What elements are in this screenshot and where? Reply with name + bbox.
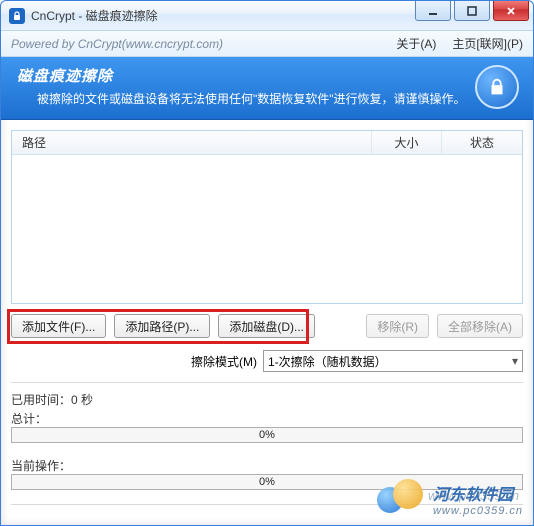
column-state[interactable]: 状态 xyxy=(442,131,522,154)
window-title: CnCrypt - 磁盘痕迹擦除 xyxy=(31,7,158,24)
column-path[interactable]: 路径 xyxy=(12,131,372,154)
erase-mode-select[interactable]: 1-次擦除（随机数据） ▾ xyxy=(263,350,523,372)
add-disk-button[interactable]: 添加磁盘(D)... xyxy=(218,314,315,338)
current-progress-text: 0% xyxy=(259,476,275,488)
button-row: 添加文件(F)... 添加路径(P)... 添加磁盘(D)... 移除(R) 全… xyxy=(11,314,523,338)
close-button[interactable] xyxy=(493,1,529,21)
app-icon xyxy=(9,8,25,24)
erase-mode-value: 1-次擦除（随机数据） xyxy=(268,353,387,370)
menu-home[interactable]: 主页[联网](P) xyxy=(452,35,523,52)
elapsed-value: 0 秒 xyxy=(71,393,93,407)
watermark-url: www.pc0359.cn xyxy=(433,505,523,517)
total-label: 总计： xyxy=(11,410,81,427)
file-list[interactable]: 路径 大小 状态 xyxy=(11,130,523,304)
erase-mode-label: 擦除模式(M) xyxy=(191,353,257,370)
menu-about[interactable]: 关于(A) xyxy=(396,35,436,52)
watermark-overlay: www.pc0359.cn xyxy=(428,488,519,503)
header-banner: 磁盘痕迹擦除 被擦除的文件或磁盘设备将无法使用任何"数据恢复软件"进行恢复，请谨… xyxy=(1,57,533,120)
column-size[interactable]: 大小 xyxy=(372,131,442,154)
header-title: 磁盘痕迹擦除 xyxy=(17,65,517,86)
title-bar[interactable]: CnCrypt - 磁盘痕迹擦除 xyxy=(1,1,533,31)
list-body[interactable] xyxy=(12,155,522,303)
erase-mode-row: 擦除模式(M) 1-次擦除（随机数据） ▾ xyxy=(11,350,523,372)
remove-all-button[interactable]: 全部移除(A) xyxy=(437,314,523,338)
powered-by-text: Powered by CnCrypt(www.cncrypt.com) xyxy=(11,37,223,51)
add-path-button[interactable]: 添加路径(P)... xyxy=(114,314,210,338)
add-file-button[interactable]: 添加文件(F)... xyxy=(11,314,106,338)
current-label: 当前操作： xyxy=(11,457,81,474)
minimize-button[interactable] xyxy=(415,1,451,21)
elapsed-label: 已用时间： xyxy=(11,393,71,407)
app-window: CnCrypt - 磁盘痕迹擦除 Powered by CnCrypt(www.… xyxy=(0,0,534,526)
watermark-logo-icon xyxy=(377,479,425,519)
lock-icon xyxy=(475,65,519,109)
elapsed-time-row: 已用时间：0 秒 xyxy=(11,391,523,408)
total-progress-text: 0% xyxy=(259,429,275,441)
total-progress-bar: 0% xyxy=(11,427,523,443)
header-description: 被擦除的文件或磁盘设备将无法使用任何"数据恢复软件"进行恢复，请谨慎操作。 xyxy=(17,90,517,107)
maximize-button[interactable] xyxy=(454,1,490,21)
menu-bar: Powered by CnCrypt(www.cncrypt.com) 关于(A… xyxy=(1,31,533,57)
list-header: 路径 大小 状态 xyxy=(12,131,522,155)
separator xyxy=(11,382,523,383)
remove-button[interactable]: 移除(R) xyxy=(366,314,429,338)
chevron-down-icon: ▾ xyxy=(512,354,518,368)
progress-area: 已用时间：0 秒 总计： 0% 当前操作： 0% xyxy=(11,391,523,490)
